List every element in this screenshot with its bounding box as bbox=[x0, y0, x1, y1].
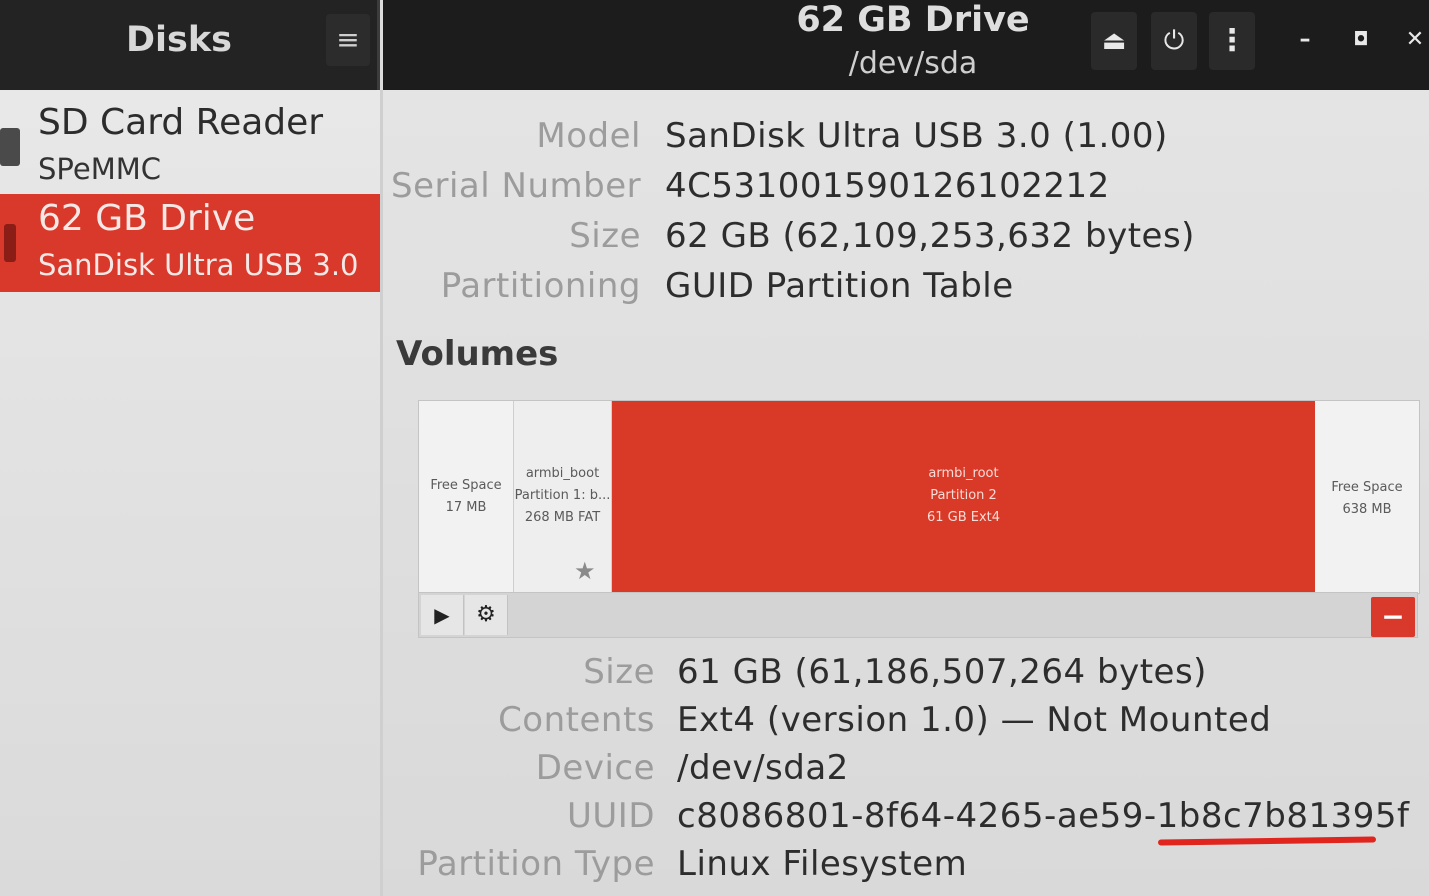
sidebar-header: Disks ≡ bbox=[0, 0, 380, 90]
close-icon[interactable]: ✕ bbox=[1397, 20, 1429, 60]
title-bar: 62 GB Drive /dev/sda ⏏ ⏻ ⋮ – ◘ ✕ bbox=[383, 0, 1429, 90]
drive-details: Model SanDisk Ultra USB 3.0 (1.00) Seria… bbox=[383, 90, 1429, 896]
partition-type-label: Partition Type bbox=[417, 844, 655, 884]
segment-label: Free Space bbox=[1331, 480, 1403, 495]
power-icon[interactable]: ⏻ bbox=[1151, 12, 1197, 70]
usb-drive-icon bbox=[4, 224, 16, 262]
maximize-icon[interactable]: ◘ bbox=[1343, 20, 1379, 60]
model-value: SanDisk Ultra USB 3.0 (1.00) bbox=[665, 116, 1168, 156]
device-subtitle: SPeMMC bbox=[38, 152, 161, 186]
sd-card-icon bbox=[0, 128, 20, 166]
volume-toolbar: ▶ ⚙ − bbox=[418, 592, 1418, 638]
serial-number-label: Serial Number bbox=[391, 166, 642, 206]
segment-size: 268 MB FAT bbox=[524, 510, 601, 525]
uuid-label: UUID bbox=[567, 796, 655, 836]
volume-segment-root-partition[interactable]: armbi_root Partition 2 61 GB Ext4 bbox=[612, 401, 1315, 593]
volume-size-label: Size bbox=[583, 652, 655, 692]
device-value: /dev/sda2 bbox=[677, 748, 849, 788]
segment-label: armbi_boot bbox=[525, 466, 600, 481]
gears-icon[interactable]: ⚙ bbox=[465, 595, 508, 635]
device-item-sd-card-reader[interactable]: SD Card Reader SPeMMC bbox=[0, 98, 380, 196]
minimize-icon[interactable]: – bbox=[1287, 20, 1323, 60]
device-label: Device bbox=[535, 748, 655, 788]
drive-device-path: /dev/sda bbox=[848, 46, 978, 81]
segment-size: 61 GB Ext4 bbox=[926, 510, 1001, 525]
size-label: Size bbox=[569, 216, 641, 256]
mount-play-icon[interactable]: ▶ bbox=[421, 595, 464, 635]
device-list: SD Card Reader SPeMMC 62 GB Drive SanDis… bbox=[0, 90, 383, 896]
size-value: 62 GB (62,109,253,632 bytes) bbox=[665, 216, 1195, 256]
eject-icon[interactable]: ⏏ bbox=[1091, 12, 1137, 70]
partitioning-label: Partitioning bbox=[440, 266, 641, 306]
volume-map: Free Space 17 MB armbi_boot Partition 1:… bbox=[418, 400, 1420, 594]
app-title: Disks bbox=[126, 20, 232, 60]
more-vertical-icon[interactable]: ⋮ bbox=[1209, 12, 1255, 70]
volume-size-value: 61 GB (61,186,507,264 bytes) bbox=[677, 652, 1207, 692]
volume-segment-free-space[interactable]: Free Space 638 MB bbox=[1315, 401, 1419, 593]
contents-label: Contents bbox=[498, 700, 655, 740]
partition-type-value: Linux Filesystem bbox=[677, 844, 968, 884]
segment-size: 638 MB bbox=[1342, 502, 1392, 517]
device-name: 62 GB Drive bbox=[38, 198, 256, 239]
hamburger-menu-icon[interactable]: ≡ bbox=[326, 14, 370, 66]
uuid-value: c8086801-8f64-4265-ae59-1b8c7b81395f bbox=[677, 796, 1410, 836]
device-item-62gb-drive[interactable]: 62 GB Drive SanDisk Ultra USB 3.0 bbox=[0, 194, 380, 292]
star-icon: ★ bbox=[574, 557, 596, 585]
device-subtitle: SanDisk Ultra USB 3.0 bbox=[38, 248, 359, 282]
device-name: SD Card Reader bbox=[38, 102, 324, 143]
volumes-heading: Volumes bbox=[396, 334, 559, 374]
delete-partition-minus-icon[interactable]: − bbox=[1371, 597, 1415, 637]
contents-value: Ext4 (version 1.0) — Not Mounted bbox=[677, 700, 1272, 740]
annotation-underline bbox=[1157, 836, 1377, 846]
drive-title: 62 GB Drive bbox=[796, 0, 1030, 40]
partitioning-value: GUID Partition Table bbox=[665, 266, 1014, 306]
model-label: Model bbox=[536, 116, 641, 156]
segment-label: Free Space bbox=[430, 478, 502, 493]
segment-size: 17 MB bbox=[445, 500, 487, 515]
segment-label: armbi_root bbox=[928, 466, 999, 481]
volume-segment-free-space[interactable]: Free Space 17 MB bbox=[419, 401, 514, 593]
serial-number-value: 4C531001590126102212 bbox=[665, 166, 1110, 206]
segment-partition: Partition 2 bbox=[930, 488, 997, 503]
segment-partition: Partition 1: b... bbox=[514, 488, 611, 503]
volume-segment-boot-partition[interactable]: armbi_boot Partition 1: b... 268 MB FAT … bbox=[514, 401, 612, 593]
